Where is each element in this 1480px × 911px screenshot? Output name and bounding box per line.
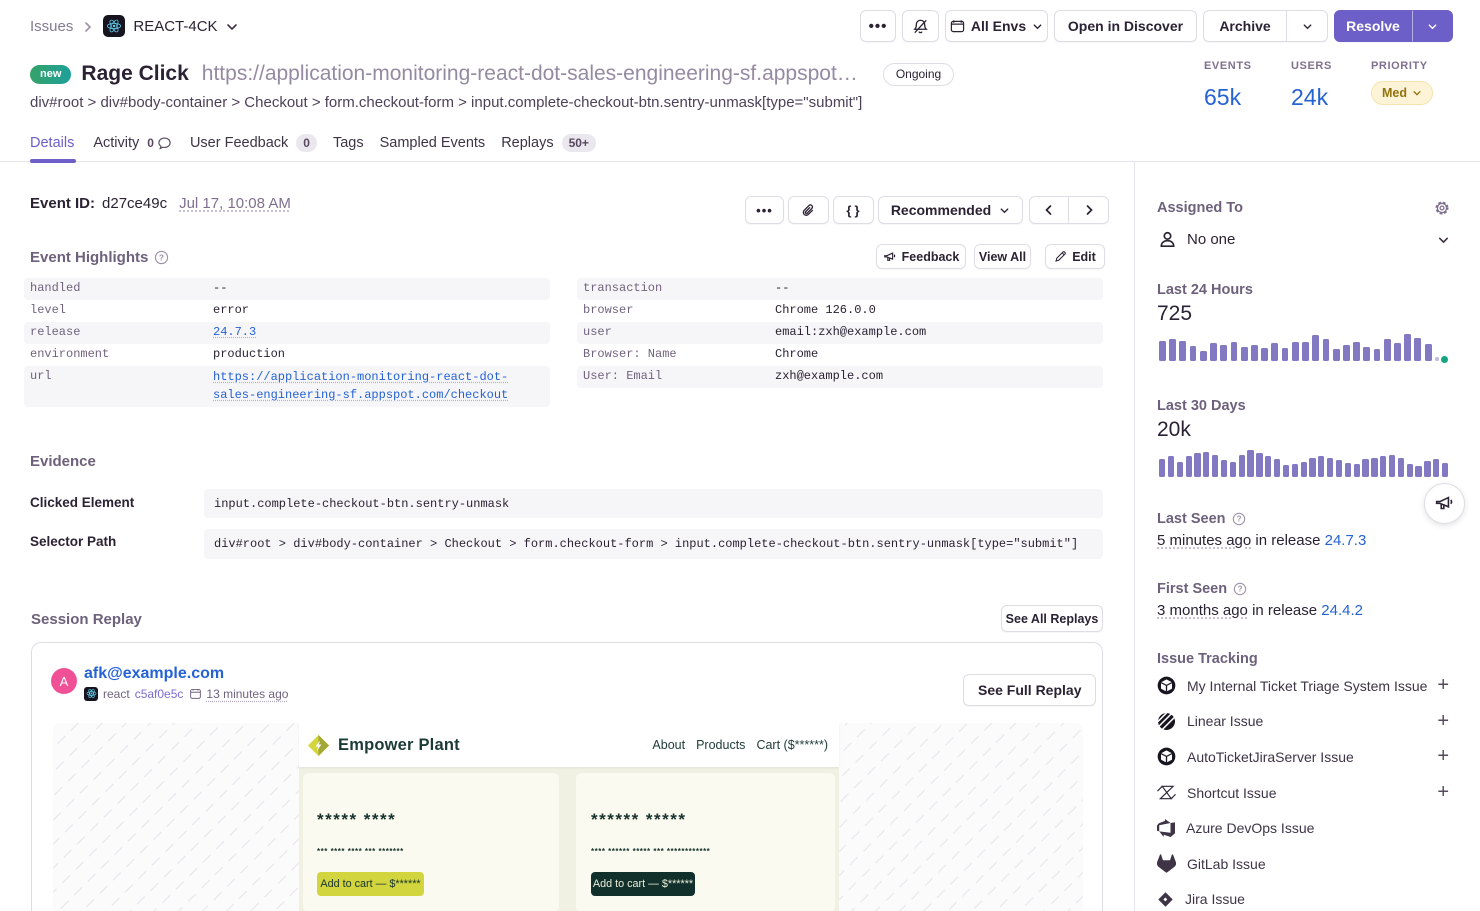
svg-text:?: ? xyxy=(1238,585,1243,594)
svg-text:?: ? xyxy=(1236,515,1241,524)
svg-text:?: ? xyxy=(159,252,164,262)
